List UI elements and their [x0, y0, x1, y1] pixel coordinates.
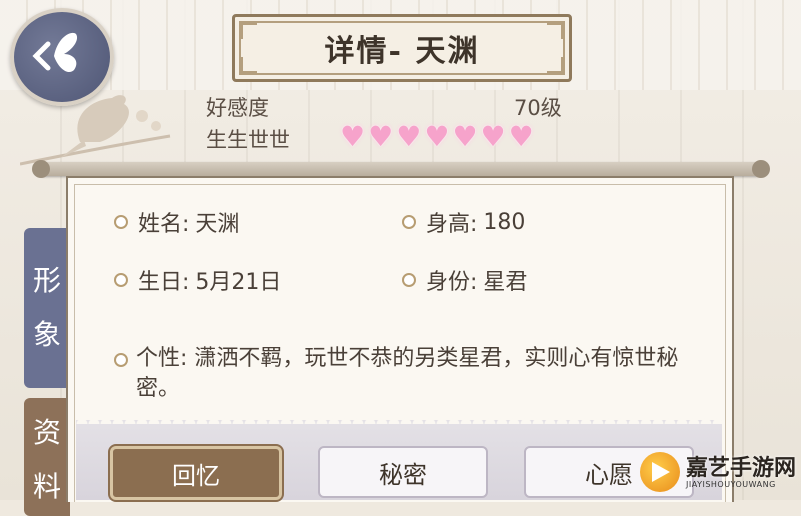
tab-image-label-bottom: 象	[32, 318, 61, 351]
heart-icon: ♥	[340, 120, 366, 153]
name-label: 姓名:	[138, 212, 190, 237]
heart-icon: ♥	[396, 120, 422, 153]
plaque-corner	[547, 23, 563, 39]
personality-value: 潇洒不羁，玩世不恭的另类星君，实则心有惊世秘密。	[136, 346, 679, 401]
tab-profile-label-bottom: 料	[32, 470, 61, 503]
watermark-subtext: JIAYISHOUYOUWANG	[686, 480, 776, 489]
lace-trim	[76, 412, 722, 424]
page-title: 详情- 天渊	[324, 34, 480, 69]
personality-label: 个性:	[136, 346, 188, 371]
scroll-rod	[40, 162, 760, 176]
birthday-label: 生日:	[138, 270, 190, 295]
affection-hearts: ♥ ♥ ♥ ♥ ♥ ♥ ♥	[340, 122, 534, 152]
bullet-icon	[114, 273, 128, 287]
heart-icon: ♥	[508, 120, 534, 153]
name-value: 天渊	[195, 212, 240, 237]
affection-tier: 生生世世	[206, 128, 290, 152]
back-butterfly-icon	[32, 32, 78, 73]
identity-value: 星君	[483, 270, 528, 295]
height-label: 身高:	[426, 212, 478, 237]
affection-level: 70级	[514, 96, 562, 120]
personality-text: 个性: 潇洒不羁，玩世不恭的另类星君，实则心有惊世秘密。	[136, 344, 696, 404]
plaque-corner	[241, 57, 257, 73]
tab-profile[interactable]: 资 料	[24, 398, 70, 516]
rod-knob	[32, 160, 50, 178]
plaque-corner	[547, 57, 563, 73]
birthday-field: 生日: 5月21日	[114, 264, 281, 296]
height-field: 身高: 180	[402, 206, 525, 238]
watermark: 嘉艺手游网 JIAYISHOUYOUWANG	[640, 448, 800, 500]
tab-profile-label-top: 资	[32, 416, 61, 449]
tab-image-label-top: 形	[32, 264, 61, 297]
bird-branch-icon	[20, 95, 171, 166]
birthday-value: 5月21日	[195, 270, 282, 295]
heart-icon: ♥	[368, 120, 394, 153]
title-plaque: 详情- 天渊	[232, 14, 572, 82]
bullet-icon	[114, 215, 128, 229]
watermark-text: 嘉艺手游网	[686, 455, 797, 481]
memory-button[interactable]: 回忆	[110, 446, 282, 500]
secret-button[interactable]: 秘密	[318, 446, 488, 498]
identity-label: 身份:	[426, 270, 478, 295]
height-value: 180	[483, 209, 526, 235]
bullet-icon	[402, 273, 416, 287]
bullet-icon	[114, 353, 128, 367]
rod-knob	[752, 160, 770, 178]
watermark-play-icon	[640, 452, 680, 492]
name-field: 姓名: 天渊	[114, 206, 239, 238]
tab-image[interactable]: 形 象	[24, 228, 70, 388]
heart-icon: ♥	[424, 120, 450, 153]
bullet-icon	[402, 215, 416, 229]
affection-label: 好感度	[206, 96, 269, 120]
plaque-corner	[241, 23, 257, 39]
heart-icon: ♥	[480, 120, 506, 153]
identity-field: 身份: 星君	[402, 264, 527, 296]
heart-icon: ♥	[452, 120, 478, 153]
